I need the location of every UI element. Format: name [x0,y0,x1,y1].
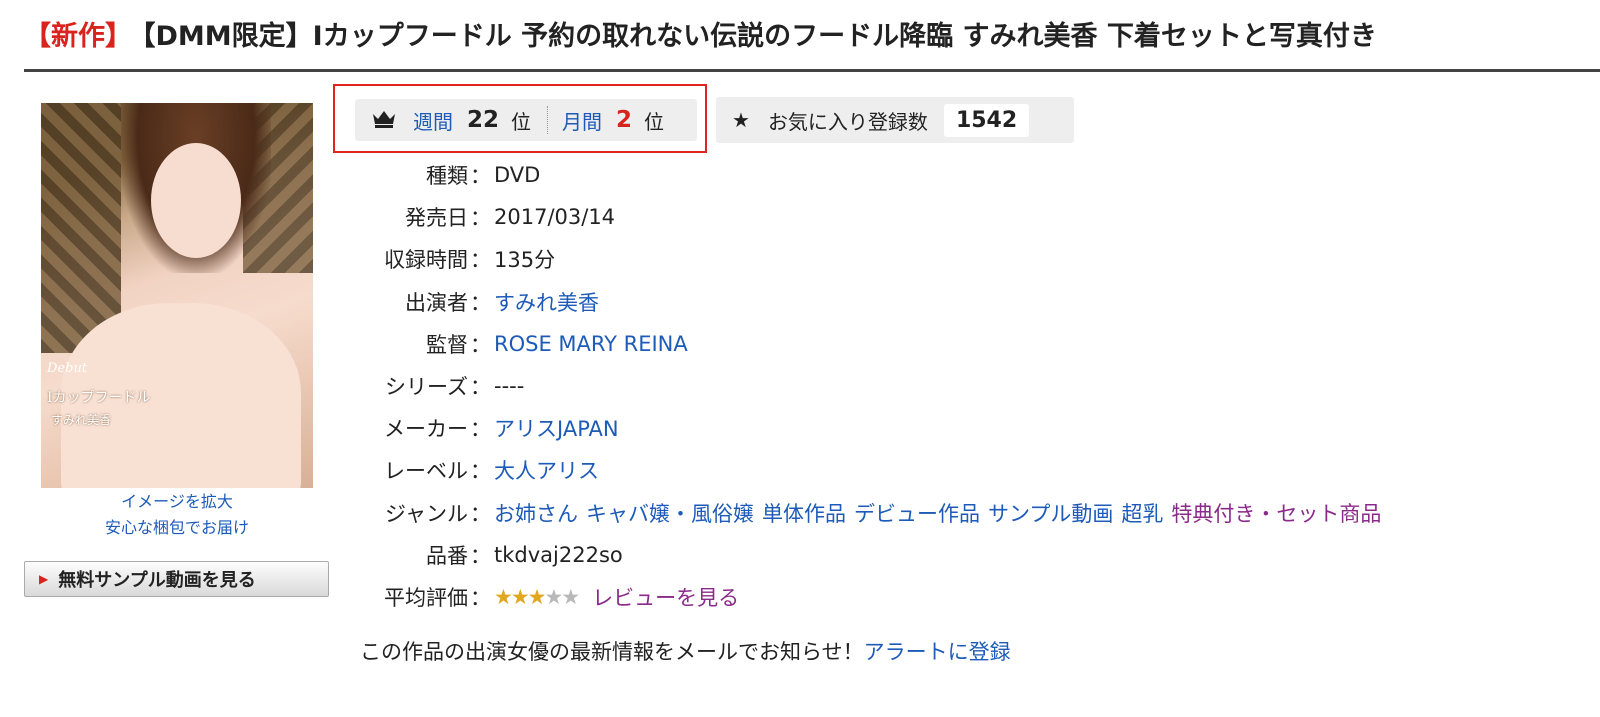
detail-key: 発売日 [405,206,468,231]
play-triangle-icon: ▶ [39,572,49,586]
product-details: 種類 ： DVD 発売日 ： 2017/03/14 収録時間 ： 135分 出演… [340,154,1540,618]
detail-row-director: 監督 ： ROSE MARY REINA [340,323,1540,365]
cover-image[interactable]: Debut Iカップフードル すみれ美香 [41,103,313,488]
crown-icon [371,108,399,133]
detail-row-label: レーベル ： 大人アリス [340,449,1540,491]
free-sample-video-button[interactable]: ▶ 無料サンプル動画を見る [24,561,329,597]
actress-alert-line: この作品の出演女優の最新情報をメールでお知らせ！アラートに登録 [360,636,1011,666]
see-reviews-link[interactable]: レビューを見る [592,582,739,612]
weekly-rank-unit: 位 [511,109,532,134]
product-code-value: tkdvaj222so [494,542,623,567]
register-alert-link[interactable]: アラートに登録 [864,640,1011,664]
detail-key: 監督 [426,332,468,357]
product-title: 【DMM限定】Iカップフードル 予約の取れない伝説のフードル降臨 すみれ美香 下… [142,21,1377,52]
cover-debut-text: Debut [47,361,88,376]
director-link[interactable]: ROSE MARY REINA [494,332,688,356]
weekly-rank: 週間 22 位 [399,99,531,141]
maker-link[interactable]: アリスJAPAN [494,413,619,443]
cover-title-text: Iカップフードル [47,390,151,406]
favorites-count-panel: ★ お気に入り登録数 1542 [716,97,1074,143]
monthly-rank: 月間 2 位 [548,99,664,141]
genre-link-sample-video[interactable]: サンプル動画 [988,498,1113,528]
rating-stars-icon: ★ ★ ★ ★ ★ [494,584,580,609]
series-value: ---- [494,374,525,399]
genre-link-bonus-set[interactable]: 特典付き・セット商品 [1171,498,1381,528]
detail-row-cast: 出演者 ： すみれ美香 [340,281,1540,323]
genre-link-older-sister[interactable]: お姉さん [494,498,578,528]
detail-key: 出演者 [405,290,468,315]
new-release-tag: 【新作】 [24,21,132,52]
label-link[interactable]: 大人アリス [494,455,599,485]
detail-key: 品番 [426,543,468,568]
genre-link-hostess[interactable]: キャバ嬢・風俗嬢 [586,498,754,528]
alert-text: この作品の出演女優の最新情報をメールでお知らせ！ [360,640,864,664]
detail-row-duration: 収録時間 ： 135分 [340,238,1540,280]
weekly-rank-value: 22 [467,107,500,133]
cast-link[interactable]: すみれ美香 [494,287,599,317]
duration-value: 135分 [494,248,556,273]
release-date-value: 2017/03/14 [494,205,616,230]
cover-links: イメージを拡大 安心な梱包でお届け [41,489,313,541]
detail-key: レーベル [384,459,468,484]
detail-row-release-date: 発売日 ： 2017/03/14 [340,196,1540,238]
detail-key: シリーズ [385,375,468,400]
detail-row-type: 種類 ： DVD [340,154,1540,196]
weekly-rank-link[interactable]: 週間 [413,106,453,135]
detail-row-series: シリーズ ： ---- [340,365,1540,407]
safe-packaging-link[interactable]: 安心な梱包でお届け [41,515,313,541]
detail-row-product-code: 品番 ： tkdvaj222so [340,534,1540,576]
monthly-rank-unit: 位 [644,109,665,134]
star-icon: ★ [732,108,750,132]
monthly-rank-value: 2 [616,107,633,133]
sample-button-label: 無料サンプル動画を見る [58,570,256,591]
detail-row-maker: メーカー ： アリスJAPAN [340,407,1540,449]
detail-row-genre: ジャンル ： お姉さん キャバ嬢・風俗嬢 単体作品 デビュー作品 サンプル動画 … [340,492,1540,534]
type-value: DVD [494,163,541,188]
favorites-label: お気に入り登録数 [767,109,928,134]
cover-name-text: すみれ美香 [51,413,112,427]
detail-key: 収録時間 [384,248,468,273]
enlarge-image-link[interactable]: イメージを拡大 [41,489,313,515]
ranking-highlight-box: 週間 22 位 月間 2 位 [333,84,707,153]
genre-link-debut[interactable]: デビュー作品 [854,498,980,528]
detail-key: 平均評価 [384,585,468,610]
detail-key: 種類 [426,164,468,189]
favorites-count: 1542 [943,103,1030,137]
detail-key: ジャンル [385,501,468,526]
detail-row-rating: 平均評価 ： ★ ★ ★ ★ ★ レビューを見る [340,576,1540,618]
genre-link-huge-breasts[interactable]: 超乳 [1121,498,1163,528]
ranking-panel: 週間 22 位 月間 2 位 [355,99,697,141]
genre-link-single-work[interactable]: 単体作品 [762,498,846,528]
title-bar: 【新作】 【DMM限定】Iカップフードル 予約の取れない伝説のフードル降臨 すみれ… [24,14,1600,72]
detail-key: メーカー [384,417,468,442]
monthly-rank-link[interactable]: 月間 [562,106,602,135]
